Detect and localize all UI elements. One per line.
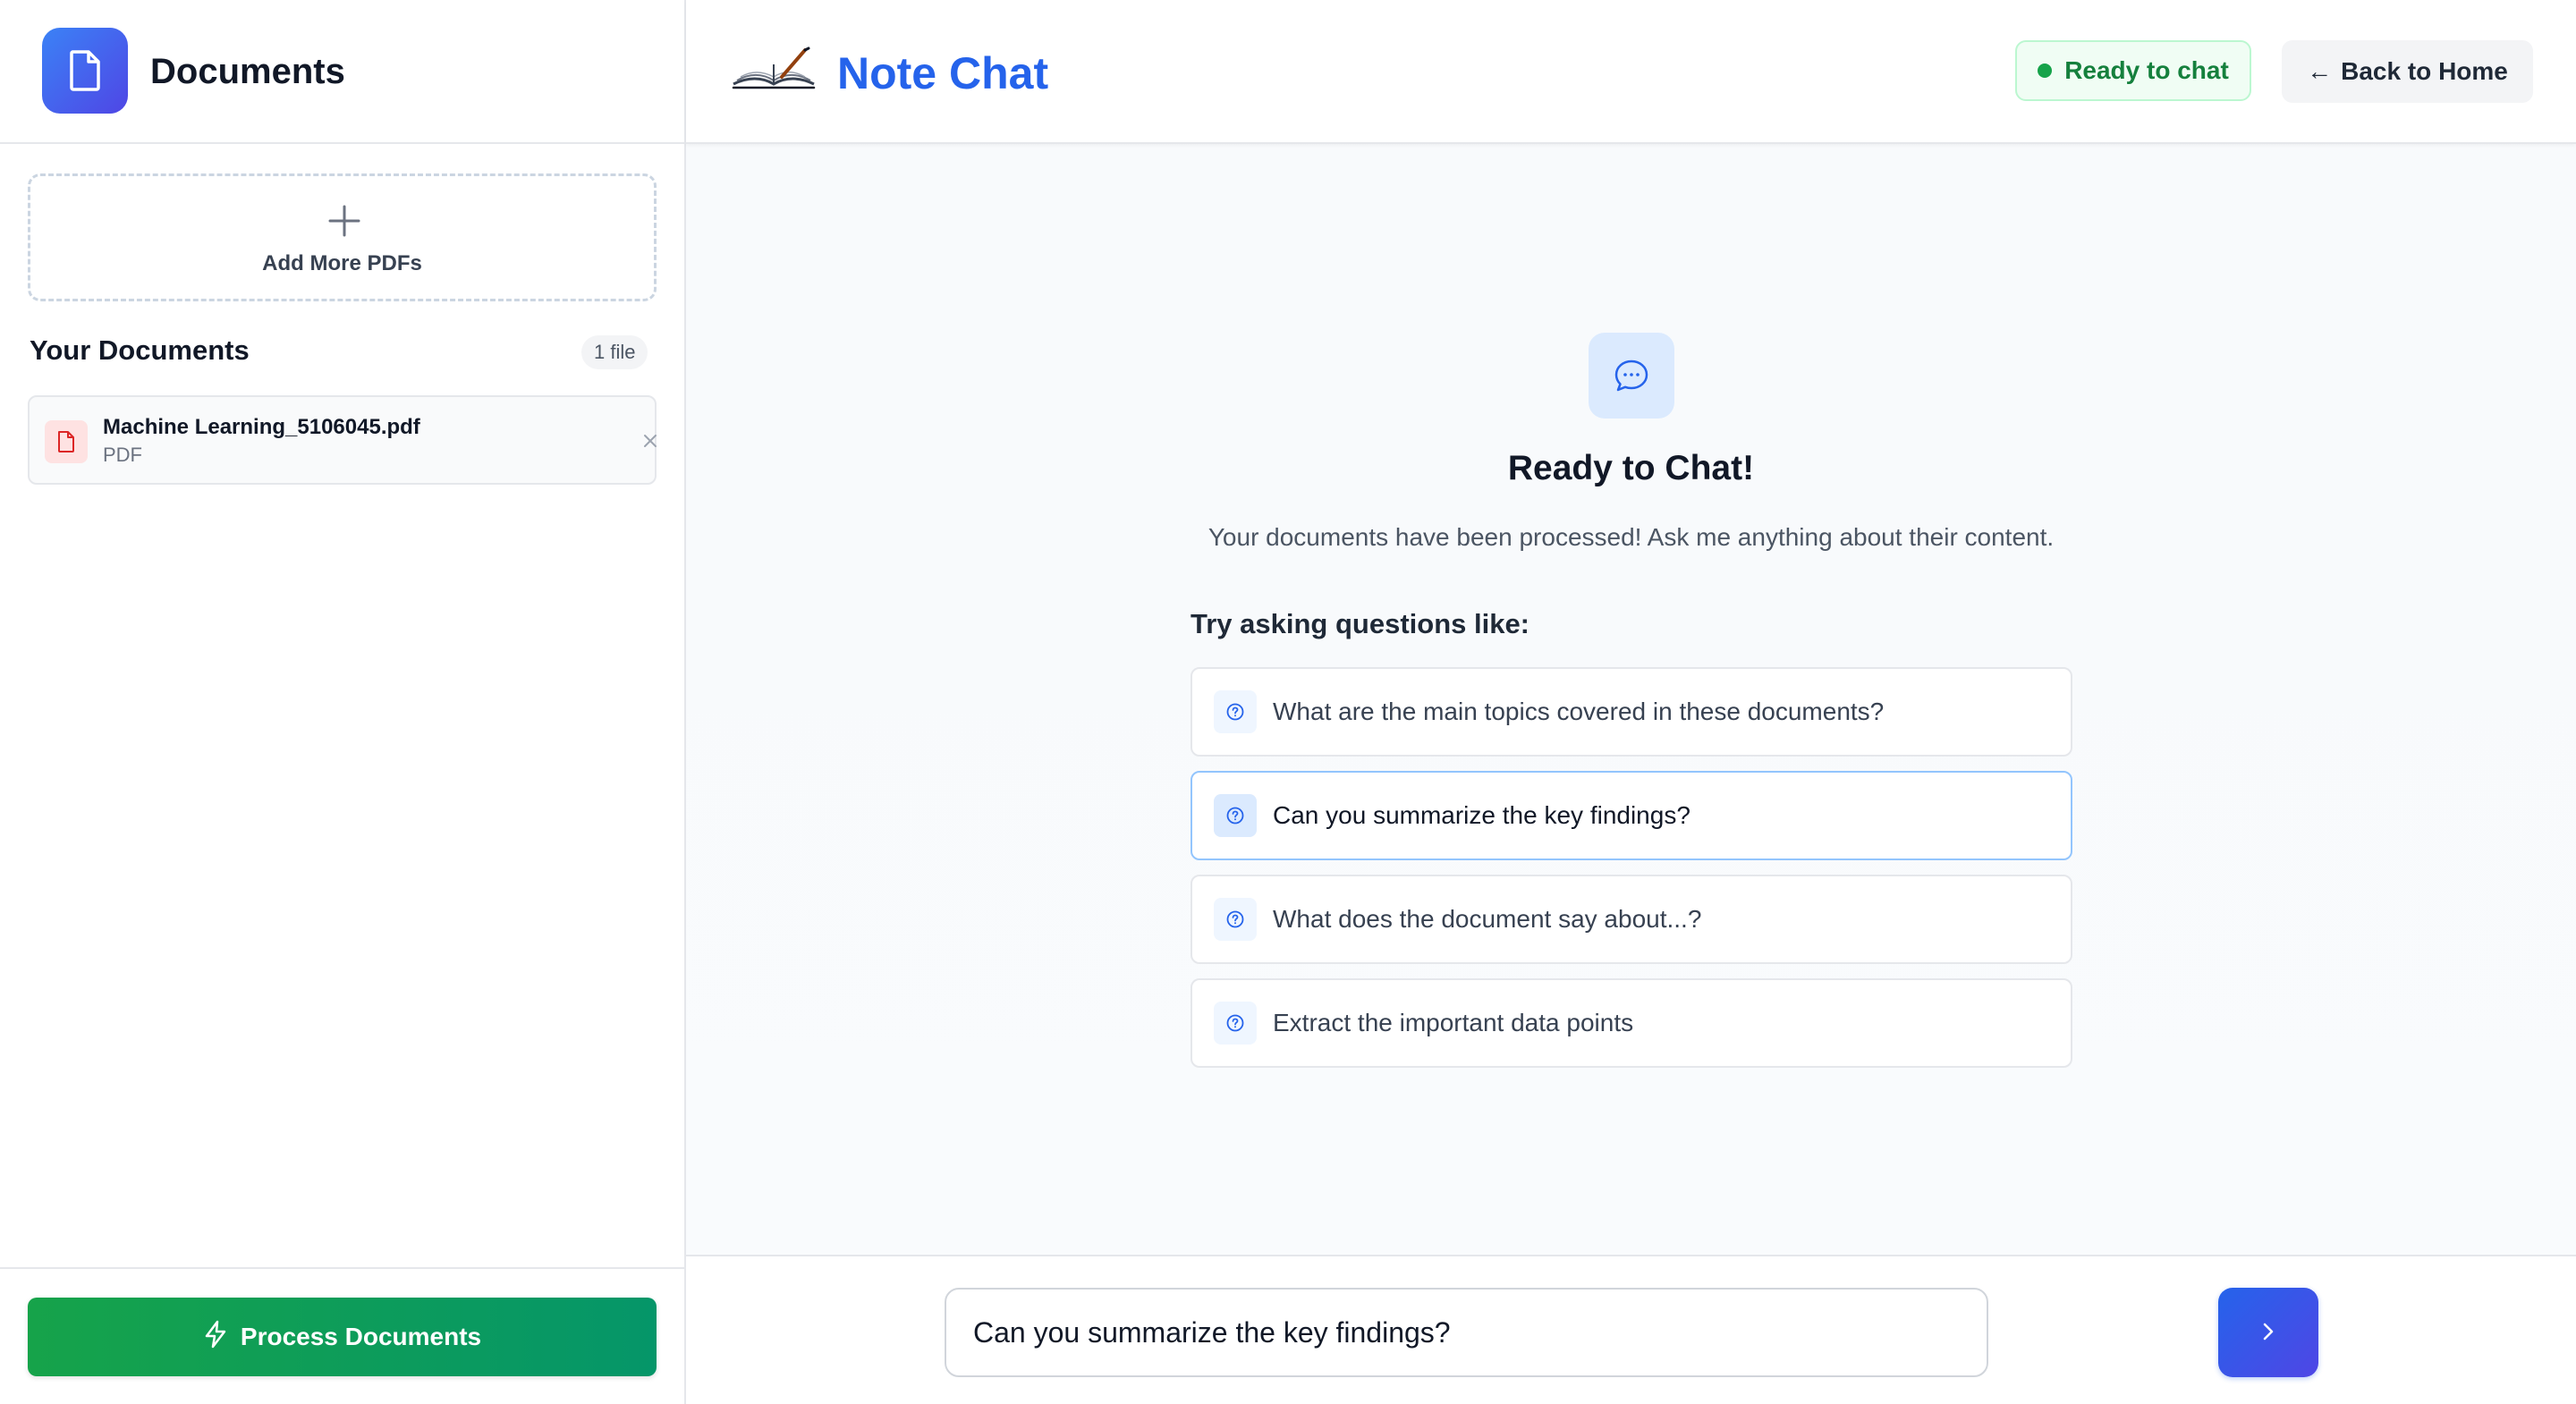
plus-icon [326, 203, 362, 243]
send-button[interactable] [2218, 1288, 2318, 1377]
document-name: Machine Learning_5106045.pdf [103, 415, 420, 439]
chat-input-bar [686, 1255, 2576, 1404]
pdf-file-icon [45, 420, 88, 463]
suggestion-text: What are the main topics covered in thes… [1273, 698, 1885, 725]
question-circle-icon [1214, 794, 1257, 837]
sidebar-header: Documents [0, 0, 684, 144]
suggestion-text: What does the document say about...? [1273, 905, 1702, 933]
question-circle-icon [1214, 1002, 1257, 1045]
welcome-subtitle: Your documents have been processed! Ask … [1208, 523, 2055, 551]
suggestion-text: Can you summarize the key findings? [1273, 801, 1690, 829]
file-count-badge: 1 file [581, 335, 648, 369]
suggestion-item[interactable]: What are the main topics covered in thes… [1191, 667, 2072, 757]
back-to-home-button[interactable]: ← Back to Home [2282, 40, 2533, 103]
lightning-icon [203, 1320, 228, 1355]
open-book-icon [730, 47, 818, 96]
arrow-left-icon: ← [2307, 57, 2333, 85]
chat-message-input[interactable] [945, 1288, 1988, 1377]
process-documents-button[interactable]: Process Documents [28, 1298, 657, 1376]
sidebar-footer: Process Documents [0, 1267, 684, 1404]
suggestion-item[interactable]: Extract the important data points [1191, 978, 2072, 1068]
status-dot-icon [2038, 63, 2053, 78]
chat-bubble-icon [1589, 333, 1674, 419]
question-circle-icon [1214, 690, 1257, 733]
add-pdfs-label: Add More PDFs [262, 251, 422, 275]
suggestion-item[interactable]: Can you summarize the key findings? [1191, 771, 2072, 860]
status-badge: Ready to chat [2015, 40, 2251, 101]
app-title: Note Chat [837, 48, 1049, 98]
top-bar: Note Chat Ready to chat ← Back to Home [686, 0, 2576, 144]
suggestions-heading: Try asking questions like: [1191, 608, 1530, 639]
process-documents-label: Process Documents [240, 1323, 482, 1350]
chat-main: Note Chat Ready to chat ← Back to Home R… [686, 0, 2576, 1404]
document-list-item[interactable]: Machine Learning_5106045.pdf PDF [28, 395, 657, 485]
document-type: PDF [103, 444, 142, 466]
sidebar: Documents Add More PDFs Your Documents 1… [0, 0, 686, 1404]
add-pdfs-dropzone[interactable]: Add More PDFs [28, 173, 657, 301]
app-root: Documents Add More PDFs Your Documents 1… [0, 0, 2576, 1404]
status-text: Ready to chat [2064, 56, 2229, 84]
sidebar-title: Documents [150, 52, 345, 91]
close-icon[interactable] [637, 427, 664, 454]
suggestion-item[interactable]: What does the document say about...? [1191, 875, 2072, 964]
chevron-right-icon [2258, 1320, 2278, 1346]
welcome-title: Ready to Chat! [1507, 449, 1755, 487]
document-icon [42, 28, 128, 114]
question-circle-icon [1214, 898, 1257, 941]
back-to-home-label: Back to Home [2341, 57, 2508, 85]
suggestion-text: Extract the important data points [1273, 1009, 1634, 1036]
your-documents-heading: Your Documents [30, 334, 250, 366]
